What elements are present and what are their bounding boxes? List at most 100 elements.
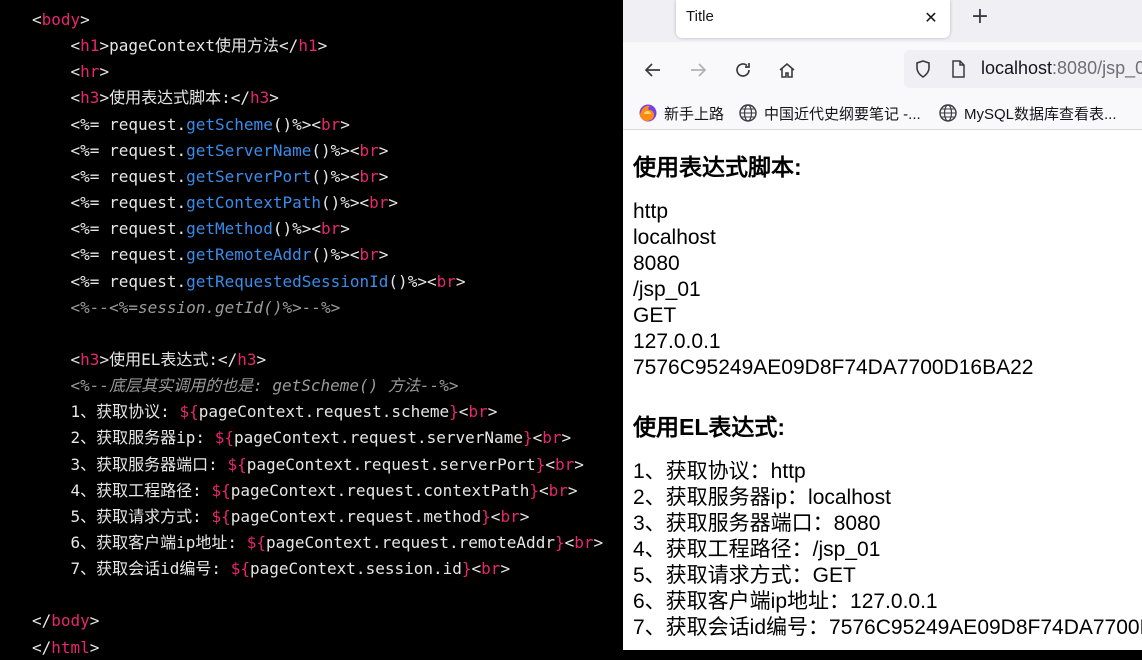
code-token: pageContext.request.scheme	[198, 402, 450, 422]
code-line[interactable]: 7、获取会话id编号: ${pageContext.session.id}<br…	[32, 556, 511, 582]
el-value-context-path: 4、获取工程路径：/jsp_01	[633, 538, 881, 561]
code-token: h1	[298, 36, 318, 56]
code-token: ${	[211, 506, 231, 526]
code-token: }	[449, 402, 459, 422]
tracking-protection-shield-icon[interactable]	[909, 55, 937, 83]
home-button[interactable]	[773, 56, 801, 84]
code-line[interactable]: <%= request.getMethod()%><br>	[32, 216, 350, 242]
code-token: <	[32, 10, 42, 29]
code-token: ()%><	[388, 271, 437, 291]
code-line[interactable]: <%= request.getRequestedSessionId()%><br…	[32, 269, 466, 295]
code-token: ()%><	[272, 114, 321, 134]
bookmark-item-history-notes[interactable]: 中国近代史纲要笔记 -...	[738, 101, 921, 125]
code-line[interactable]: <%= request.getRemoteAddr()%><br>	[32, 242, 389, 268]
script-value-context-path: /jsp_01	[633, 278, 701, 301]
code-token: >	[567, 480, 578, 500]
code-token: br	[436, 271, 456, 291]
code-token: <	[458, 402, 469, 422]
back-button[interactable]	[639, 56, 667, 84]
code-token: >	[378, 245, 389, 265]
code-line[interactable]: <body>	[32, 7, 90, 33]
navigation-toolbar: localhost:8080/jsp_0	[623, 42, 1142, 97]
reload-button[interactable]	[729, 56, 757, 84]
code-token: >	[487, 402, 498, 422]
code-token: getContextPath	[186, 193, 321, 213]
script-value-method: GET	[633, 304, 677, 327]
code-line[interactable]: <hr>	[32, 59, 110, 85]
code-line[interactable]: </html>	[32, 635, 99, 660]
bookmark-label: 新手上路	[664, 105, 725, 123]
code-line[interactable]: 5、获取请求方式: ${pageContext.request.method}<…	[32, 504, 530, 530]
tab-title-page[interactable]: Title ✕	[676, 0, 950, 38]
arrow-left-icon	[644, 63, 660, 77]
bookmark-label: 中国近代史纲要笔记 -...	[764, 105, 921, 123]
new-tab-button[interactable]: +	[968, 6, 992, 30]
code-token: 2、获取服务器ip:	[32, 428, 215, 448]
globe-icon	[939, 104, 957, 122]
forward-button[interactable]	[684, 56, 712, 84]
code-token: <	[32, 349, 81, 369]
code-line[interactable]: <%--<%=session.getId()%>--%>	[32, 295, 341, 321]
code-token: }	[461, 559, 472, 579]
code-line[interactable]: <%= request.getServerName()%><br>	[32, 138, 389, 164]
code-token: br	[548, 480, 568, 500]
url-rest: :8080/jsp_0	[1052, 58, 1142, 78]
code-token: >	[500, 559, 511, 579]
code-line[interactable]: <%= request.getServerPort()%><br>	[32, 164, 389, 190]
code-token: <%= request.	[32, 114, 187, 134]
code-token: ()%><	[311, 245, 360, 265]
code-editor[interactable]: <body> <h1>pageContext使用方法</h1> <hr> <h3…	[0, 0, 623, 660]
code-token: br	[359, 245, 379, 265]
code-token: >	[89, 611, 100, 631]
code-line[interactable]: 2、获取服务器ip: ${pageContext.request.serverN…	[32, 425, 572, 451]
code-token: ${	[230, 559, 250, 579]
code-line[interactable]: <h1>pageContext使用方法</h1>	[32, 33, 328, 59]
code-token: br	[321, 114, 341, 134]
code-token: ()%><	[272, 219, 321, 239]
code-line[interactable]: <%= request.getScheme()%><br>	[32, 112, 350, 138]
url-text[interactable]: localhost:8080/jsp_0	[981, 58, 1142, 79]
code-token: <	[471, 559, 482, 579]
code-token: br	[468, 402, 488, 422]
address-bar[interactable]: localhost:8080/jsp_0	[904, 50, 1142, 88]
heading-expression-script: 使用表达式脚本:	[633, 154, 802, 180]
code-line[interactable]: <%--底层其实调用的也是: getScheme() 方法--%>	[32, 373, 459, 399]
code-line[interactable]: 3、获取服务器端口: ${pageContext.request.serverP…	[32, 452, 584, 478]
code-token: pageContext.request.serverName	[233, 428, 523, 448]
code-token: body	[51, 611, 90, 631]
el-value-server-port: 3、获取服务器端口：8080	[633, 512, 881, 535]
url-host: localhost	[981, 58, 1053, 78]
code-token: ()%><	[311, 166, 360, 186]
code-line[interactable]: 4、获取工程路径: ${pageContext.request.contextP…	[32, 478, 578, 504]
code-token: >	[340, 114, 350, 134]
code-line[interactable]: <h3>使用EL表达式:</h3>	[32, 347, 267, 373]
code-token: >	[378, 140, 389, 160]
code-token: <%= request.	[32, 219, 187, 239]
code-line[interactable]: <h3>使用表达式脚本:</h3>	[32, 85, 279, 111]
code-token: br	[359, 140, 379, 160]
code-token: h3	[80, 88, 100, 108]
code-token: >pageContext使用方法</	[99, 36, 299, 56]
code-line[interactable]: 6、获取客户端ip地址: ${pageContext.request.remot…	[32, 530, 604, 556]
bookmark-label: MySQL数据库查看表...	[964, 105, 1117, 123]
code-token: >	[455, 271, 466, 291]
code-line[interactable]: <%= request.getContextPath()%><br>	[32, 190, 399, 216]
tab-close-icon[interactable]: ✕	[920, 7, 942, 29]
code-token: 4、获取工程路径:	[32, 480, 212, 500]
code-token: <%--底层其实调用的也是: getScheme() 方法--%>	[32, 376, 459, 396]
code-token: getServerName	[186, 140, 312, 160]
code-line[interactable]: </body>	[32, 608, 99, 634]
code-token: <	[545, 454, 555, 474]
bookmark-item-mysql[interactable]: MySQL数据库查看表...	[938, 101, 1117, 125]
code-token: >	[378, 166, 389, 186]
bookmark-item-getting-started[interactable]: 新手上路	[638, 101, 724, 125]
code-token: <	[532, 428, 543, 448]
code-token: <%= request.	[32, 166, 187, 186]
code-token: >	[269, 88, 279, 108]
code-token: >	[593, 533, 604, 552]
code-token: ()%><	[320, 193, 370, 213]
page-info-icon[interactable]	[944, 55, 972, 83]
code-line[interactable]: 1、获取协议: ${pageContext.request.scheme}<br…	[32, 399, 498, 425]
code-token: >	[388, 193, 399, 213]
code-token: <%= request.	[32, 271, 187, 291]
